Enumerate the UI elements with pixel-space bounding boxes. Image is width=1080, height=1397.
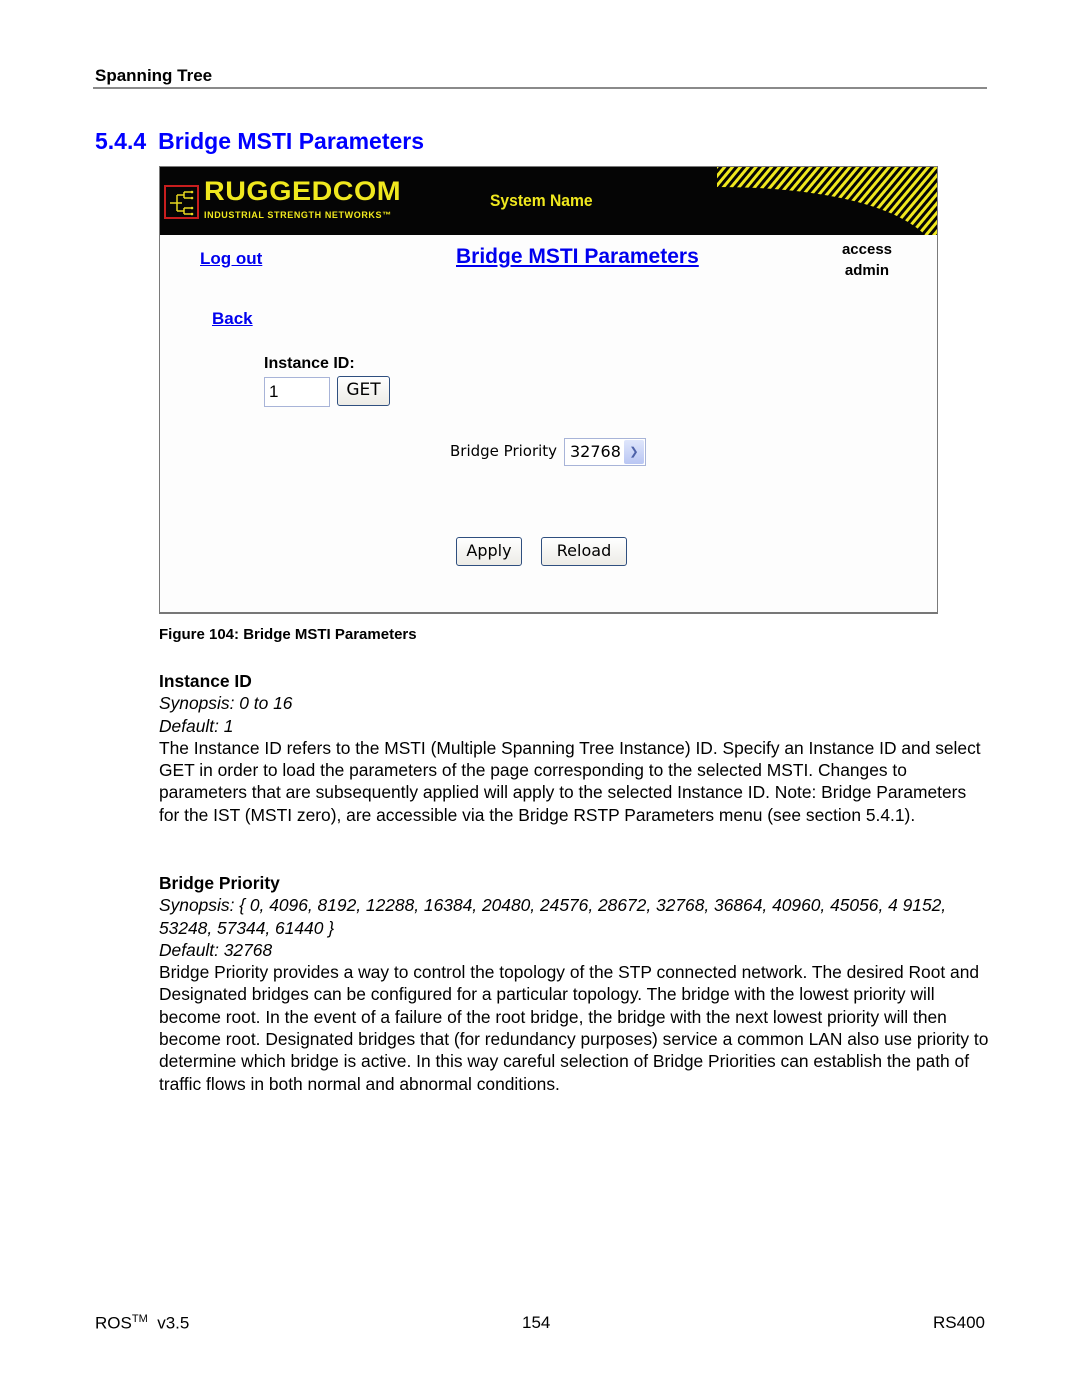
hazard-stripes-decoration: [717, 167, 937, 235]
get-button[interactable]: GET: [337, 376, 390, 406]
bridge-priority-select[interactable]: 32768 ❯: [564, 438, 646, 466]
param-description: The Instance ID refers to the MSTI (Mult…: [159, 737, 981, 825]
page-heading-link[interactable]: Bridge MSTI Parameters: [456, 245, 699, 269]
system-name: System Name: [490, 191, 593, 210]
instance-id-input[interactable]: [264, 377, 330, 407]
network-tree-icon: [164, 185, 199, 219]
access-label: access: [841, 241, 893, 258]
chevron-down-icon[interactable]: ❯: [624, 440, 644, 464]
banner: RUGGEDCOM INDUSTRIAL STRENGTH NETWORKS™ …: [160, 167, 937, 235]
section-number: 5.4.4: [95, 128, 147, 154]
section-title-text: Bridge MSTI Parameters: [158, 128, 425, 154]
param-default: Default: 1: [159, 715, 234, 736]
footer-version: v3.5: [157, 1313, 190, 1333]
running-header: Spanning Tree: [95, 66, 213, 85]
back-link[interactable]: Back: [212, 309, 253, 329]
param-title: Bridge Priority: [159, 873, 280, 893]
header-rule: [93, 87, 987, 89]
footer-product: ROSTM v3.5: [95, 1313, 189, 1334]
trademark-symbol: TM: [131, 1313, 148, 1325]
param-description: Bridge Priority provides a way to contro…: [159, 962, 989, 1094]
param-default: Default: 32768: [159, 939, 273, 960]
footer-model: RS400: [933, 1313, 985, 1332]
param-synopsis: Synopsis: 0 to 16: [159, 693, 293, 714]
bridge-priority-label: Bridge Priority: [450, 442, 558, 460]
access-value: admin: [844, 262, 890, 279]
ruggedcom-logo: RUGGEDCOM: [204, 176, 402, 206]
param-bridge-priority: Bridge Priority Synopsis: { 0, 4096, 819…: [159, 872, 989, 1095]
bridge-priority-value: 32768: [570, 442, 621, 461]
param-synopsis: Synopsis: { 0, 4096, 8192, 12288, 16384,…: [159, 895, 947, 938]
footer-product-name: ROS: [95, 1313, 132, 1333]
reload-button[interactable]: Reload: [541, 537, 627, 566]
apply-button[interactable]: Apply: [456, 537, 522, 566]
instance-id-label: Instance ID:: [264, 355, 355, 372]
param-title: Instance ID: [159, 671, 252, 691]
footer-page-number: 154: [522, 1313, 551, 1332]
access-level: access admin: [832, 239, 902, 281]
web-ui-screenshot: RUGGEDCOM INDUSTRIAL STRENGTH NETWORKS™ …: [159, 166, 938, 614]
section-title: 5.4.4 Bridge MSTI Parameters: [95, 128, 424, 155]
logout-link[interactable]: Log out: [200, 249, 262, 269]
logo-tagline: INDUSTRIAL STRENGTH NETWORKS™: [204, 210, 392, 220]
figure-caption: Figure 104: Bridge MSTI Parameters: [159, 626, 417, 643]
param-instance-id: Instance ID Synopsis: 0 to 16 Default: 1…: [159, 670, 989, 826]
